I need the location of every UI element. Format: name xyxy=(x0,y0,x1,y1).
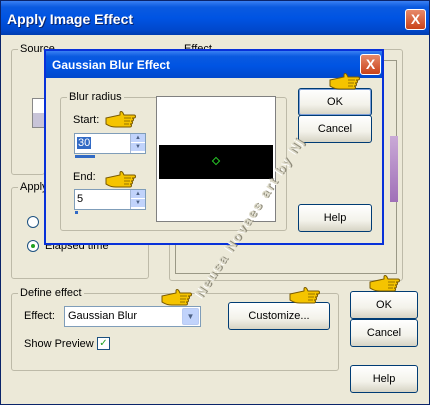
start-value[interactable]: 30 xyxy=(77,137,92,149)
spinner-down-icon[interactable]: ▼ xyxy=(131,143,145,152)
spinner-down-icon[interactable]: ▼ xyxy=(131,199,145,208)
pointing-hand-icon xyxy=(104,164,140,194)
elapsed-time-radio[interactable] xyxy=(27,240,39,252)
start-label: Start: xyxy=(73,114,100,126)
outer-cancel-button[interactable]: Cancel xyxy=(350,319,418,347)
define-effect-group-label: Define effect xyxy=(18,287,84,300)
effect-select-value: Gaussian Blur xyxy=(68,310,138,322)
pointing-hand-icon xyxy=(160,282,196,312)
spinner-up-icon[interactable]: ▲ xyxy=(131,134,145,143)
show-preview-checkbox[interactable]: ✓ xyxy=(97,337,110,350)
outer-close-button[interactable]: X xyxy=(405,9,426,30)
start-spinner[interactable]: 30 ▲ ▼ xyxy=(74,133,146,154)
source-group: Source xyxy=(11,43,57,175)
outer-help-button[interactable]: Help xyxy=(350,365,418,393)
outer-title-bar[interactable]: Apply Image Effect X xyxy=(1,1,429,35)
outer-dialog-title: Apply Image Effect xyxy=(7,11,134,27)
end-value[interactable]: 5 xyxy=(77,193,83,205)
show-preview-label: Show Preview xyxy=(24,338,94,350)
pointing-hand-icon xyxy=(328,66,364,96)
effect-label: Effect: xyxy=(24,310,55,322)
preview-center-marker-icon xyxy=(211,156,221,166)
start-spinner-arrows[interactable]: ▲ ▼ xyxy=(130,134,145,153)
pointing-hand-icon xyxy=(104,104,140,134)
pointing-hand-icon xyxy=(288,280,324,310)
inner-dialog-title: Gaussian Blur Effect xyxy=(52,58,171,72)
effect-preview-strip xyxy=(390,136,398,202)
apply-option-1-radio[interactable] xyxy=(27,216,39,228)
inner-cancel-button[interactable]: Cancel xyxy=(298,115,372,143)
pointing-hand-icon xyxy=(368,268,404,298)
preview-band xyxy=(159,145,273,179)
end-slider-fill xyxy=(75,211,78,214)
blur-radius-label: Blur radius xyxy=(67,91,124,104)
end-label: End: xyxy=(73,171,96,183)
inner-help-button[interactable]: Help xyxy=(298,204,372,232)
start-slider-fill xyxy=(75,155,95,158)
